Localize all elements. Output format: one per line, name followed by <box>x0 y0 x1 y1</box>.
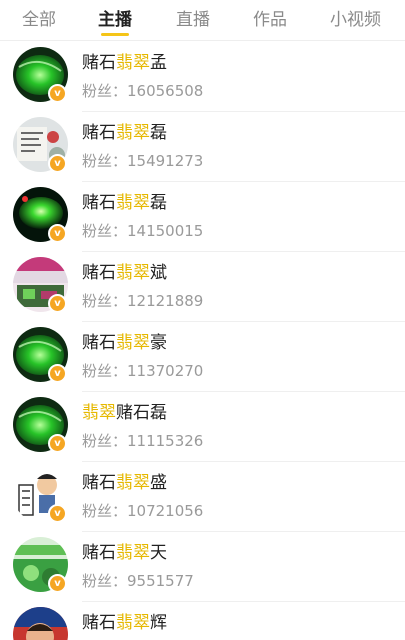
fan-count: 粉丝：11370270 <box>82 362 204 380</box>
tab-anchors[interactable]: 主播 <box>98 9 132 31</box>
anchor-row[interactable]: v 翡翠赌石磊粉丝：11115326 <box>0 392 405 462</box>
anchor-name-suffix: 孟 <box>150 53 167 73</box>
anchor-name-prefix: 赌石 <box>82 53 116 73</box>
verified-badge-icon: v <box>48 154 67 173</box>
anchor-name-prefix: 赌石 <box>82 333 116 353</box>
verified-badge-icon: v <box>48 294 67 313</box>
anchor-name: 赌石翡翠天 <box>82 542 167 564</box>
fan-count: 粉丝：16056508 <box>82 82 204 100</box>
verified-badge-icon: v <box>48 84 67 103</box>
fan-count: 粉丝：9551577 <box>82 572 194 590</box>
anchor-name-suffix: 斌 <box>150 263 167 283</box>
anchor-name: 赌石翡翠斌 <box>82 262 167 284</box>
anchor-row[interactable]: v 赌石翡翠磊粉丝：14150015 <box>0 182 405 252</box>
anchor-name-highlight: 翡翠 <box>116 473 150 493</box>
fan-count: 粉丝：14150015 <box>82 222 204 240</box>
anchor-name-highlight: 翡翠 <box>116 123 150 143</box>
anchor-name: 赌石翡翠盛 <box>82 472 167 494</box>
tab-all[interactable]: 全部 <box>22 9 56 31</box>
verified-badge-icon: v <box>48 224 67 243</box>
anchor-name: 赌石翡翠磊 <box>82 192 167 214</box>
anchor-name-highlight: 翡翠 <box>116 263 150 283</box>
anchor-name-suffix: 天 <box>150 543 167 563</box>
anchor-name-suffix: 盛 <box>150 473 167 493</box>
anchor-name-prefix: 赌石 <box>82 473 116 493</box>
anchor-name-prefix: 赌石 <box>82 543 116 563</box>
avatar[interactable] <box>13 607 68 640</box>
anchor-name-suffix: 豪 <box>150 333 167 353</box>
anchor-name-highlight: 翡翠 <box>82 403 116 423</box>
anchor-name: 赌石翡翠孟 <box>82 52 167 74</box>
active-tab-indicator <box>101 33 129 36</box>
anchor-name: 赌石翡翠辉 <box>82 612 167 634</box>
verified-badge-icon: v <box>48 504 67 523</box>
tab-works[interactable]: 作品 <box>253 9 287 31</box>
fan-count: 粉丝：15491273 <box>82 152 204 170</box>
anchor-name-suffix: 磊 <box>150 123 167 143</box>
anchor-name-highlight: 翡翠 <box>116 53 150 73</box>
verified-badge-icon: v <box>48 364 67 383</box>
anchor-name-highlight: 翡翠 <box>116 543 150 563</box>
anchor-name-prefix: 赌石 <box>82 193 116 213</box>
anchor-row[interactable]: v 赌石翡翠盛粉丝：10721056 <box>0 462 405 532</box>
fan-count: 粉丝：11115326 <box>82 432 204 450</box>
fan-count: 粉丝：12121889 <box>82 292 204 310</box>
anchor-row[interactable]: v 赌石翡翠孟粉丝：16056508 <box>0 42 405 112</box>
anchor-name-highlight: 翡翠 <box>116 333 150 353</box>
verified-badge-icon: v <box>48 434 67 453</box>
anchor-row[interactable]: v 赌石翡翠磊粉丝：15491273 <box>0 112 405 182</box>
verified-badge-icon: v <box>48 574 67 593</box>
anchor-name: 赌石翡翠磊 <box>82 122 167 144</box>
anchor-name-suffix: 辉 <box>150 613 167 633</box>
anchor-list: v 赌石翡翠孟 粉丝：16056508 v 赌石翡翠磊 粉丝：15491273 v 赌石翡… <box>0 42 405 640</box>
tab-short-video[interactable]: 小视频 <box>330 9 381 31</box>
top-tab-bar: 全部 主播 直播 作品 小视频 <box>0 0 405 41</box>
anchor-name: 赌石翡翠豪 <box>82 332 167 354</box>
anchor-name: 翡翠赌石磊 <box>82 402 167 424</box>
portrait-icon <box>13 607 68 640</box>
anchor-name-suffix: 赌石磊 <box>116 403 167 423</box>
anchor-name-suffix: 磊 <box>150 193 167 213</box>
anchor-row[interactable]: v 赌石翡翠天粉丝：9551577 <box>0 532 405 602</box>
anchor-name-highlight: 翡翠 <box>116 193 150 213</box>
anchor-row[interactable]: v 赌石翡翠豪粉丝：11370270 <box>0 322 405 392</box>
anchor-row[interactable]: v 赌石翡翠斌粉丝：12121889 <box>0 252 405 322</box>
anchor-name-highlight: 翡翠 <box>116 613 150 633</box>
fan-count: 粉丝：10721056 <box>82 502 204 520</box>
tab-live[interactable]: 直播 <box>176 9 210 31</box>
anchor-name-prefix: 赌石 <box>82 613 116 633</box>
anchor-name-prefix: 赌石 <box>82 263 116 283</box>
anchor-row[interactable]: v赌石翡翠辉 <box>0 602 405 640</box>
anchor-name-prefix: 赌石 <box>82 123 116 143</box>
